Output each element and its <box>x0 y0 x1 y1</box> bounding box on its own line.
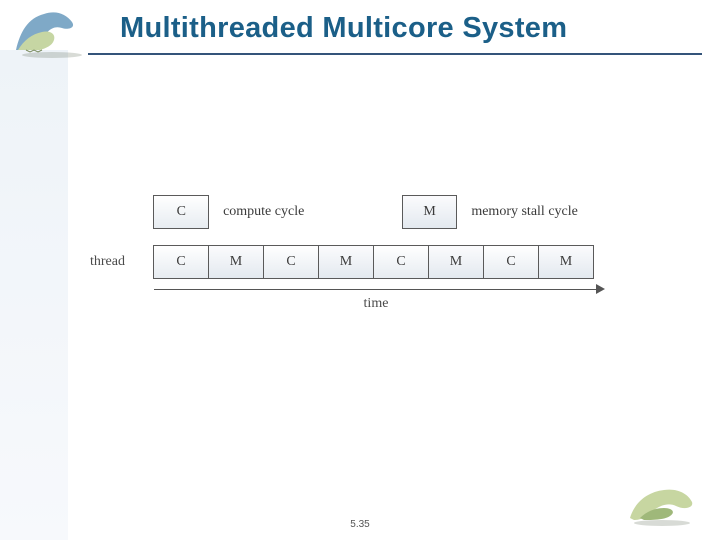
legend-memory-cell: M <box>402 195 458 229</box>
slide-sidebar <box>0 50 68 540</box>
legend-row: C compute cycle M memory stall cycle <box>90 195 650 229</box>
legend-compute-cell: C <box>153 195 209 229</box>
cycle-diagram: C compute cycle M memory stall cycle thr… <box>90 195 650 312</box>
thread-cell: M <box>318 245 374 279</box>
arrow-head-icon <box>596 284 605 294</box>
page-number: 5.35 <box>0 519 720 530</box>
thread-cell: C <box>373 245 429 279</box>
thread-cell: C <box>483 245 539 279</box>
dinosaur-logo-top <box>6 4 96 60</box>
thread-cell: M <box>428 245 484 279</box>
thread-label: thread <box>90 245 154 279</box>
time-axis-label: time <box>90 296 598 312</box>
thread-row: thread C M C M C M C M <box>90 245 650 279</box>
thread-cell: M <box>538 245 594 279</box>
legend-memory-label: memory stall cycle <box>457 195 650 229</box>
legend-compute-label: compute cycle <box>209 195 402 229</box>
thread-cell: C <box>153 245 209 279</box>
thread-cell: C <box>263 245 319 279</box>
title-underline <box>88 53 702 55</box>
thread-cell: M <box>208 245 264 279</box>
time-arrow <box>90 289 598 290</box>
slide-title: Multithreaded Multicore System <box>120 12 567 45</box>
